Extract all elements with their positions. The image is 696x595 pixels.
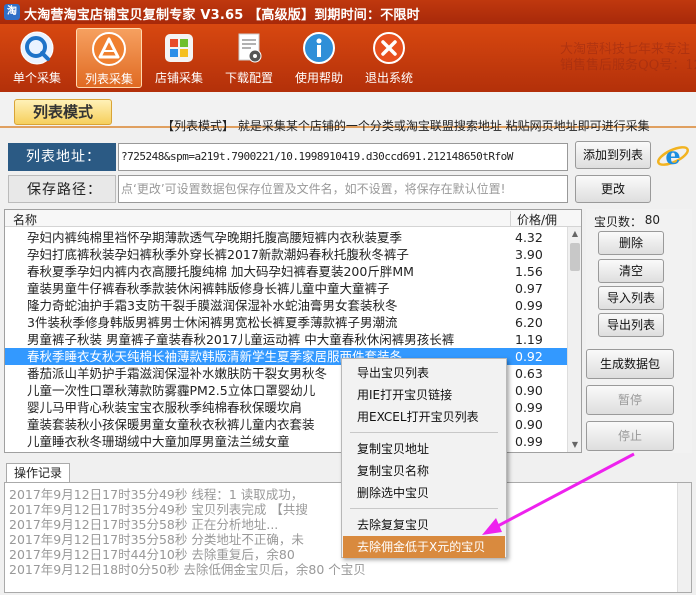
list-url-label: 列表地址： — [8, 143, 116, 171]
product-name: 男童裤子秋装 男童裤子童装春秋2017儿童运动裤 中大童春秋休闲裤男孩长裤 — [27, 332, 455, 347]
generate-package-button[interactable]: 生成数据包 — [586, 349, 674, 379]
document-gear-icon — [238, 33, 262, 63]
product-name: 春秋夏季孕妇内裤内衣高腰托腹纯棉 加大码孕妇裤春夏装200斤胖MM — [27, 264, 414, 279]
product-name: 孕妇内裤纯棉里裆怀孕期薄款透气孕晚期托腹高腰短裤内衣秋装夏季 — [27, 230, 403, 245]
close-x-icon — [373, 32, 405, 64]
product-name: 3件装秋季修身韩版男裤男士休闲裤男宽松长裤夏季薄款裤子男潮流 — [27, 315, 398, 330]
toolbar-label: 下载配置 — [224, 71, 273, 85]
log-scrollbar[interactable] — [677, 483, 691, 592]
product-price: 0.99 — [515, 400, 543, 415]
table-header: 名称 价格/佣 — [5, 210, 581, 227]
scroll-down-arrow-icon[interactable]: ▼ — [568, 438, 581, 452]
right-panel: 宝贝数： 80 删除 清空 导入列表 导出列表 生成数据包 暂停 停止 — [586, 209, 692, 453]
menu-copy-name[interactable]: 复制宝贝名称 — [343, 460, 505, 482]
windows-grid-icon — [165, 34, 193, 62]
info-icon — [303, 32, 335, 64]
table-row[interactable]: 孕妇内裤纯棉里裆怀孕期薄款透气孕晚期托腹高腰短裤内衣秋装夏季 4.32 — [5, 229, 567, 246]
export-list-button[interactable]: 导出列表 — [598, 313, 664, 337]
tab-list-mode[interactable]: 列表模式 — [14, 99, 112, 125]
stop-button[interactable]: 停止 — [586, 421, 674, 451]
list-url-input[interactable]: ?725248&spm=a219t.7900221/10.1998910419.… — [118, 143, 568, 171]
log-line: 2017年9月12日17时35分49秒 宝贝列表完成 【共搜 — [9, 502, 308, 517]
product-price: 6.20 — [515, 315, 543, 330]
menu-open-in-ie[interactable]: 用IE打开宝贝链接 — [343, 384, 505, 406]
promo-text: 大淘营科技七年来专注 销售售后服务QQ号：12 — [560, 42, 696, 74]
toolbar-label: 单个采集 — [12, 71, 61, 85]
product-price: 0.92 — [515, 349, 543, 364]
menu-remove-duplicates[interactable]: 去除复复宝贝 — [343, 514, 505, 536]
svg-text:e: e — [665, 141, 680, 170]
menu-copy-url[interactable]: 复制宝贝地址 — [343, 438, 505, 460]
product-price: 0.99 — [515, 298, 543, 313]
help-button[interactable]: 使用帮助 — [286, 28, 352, 88]
column-price-header[interactable]: 价格/佣 — [510, 211, 568, 227]
item-count: 宝贝数： 80 — [594, 213, 686, 230]
product-price: 1.19 — [515, 332, 543, 347]
table-row[interactable]: 春秋夏季孕妇内裤内衣高腰托腹纯棉 加大码孕妇裤春夏装200斤胖MM 1.56 — [5, 263, 567, 280]
promo-line: 大淘营科技七年来专注 — [560, 42, 691, 57]
menu-remove-low-commission[interactable]: 去除佣金低于X元的宝贝 — [343, 536, 505, 558]
table-row[interactable]: 3件装秋季修身韩版男裤男士休闲裤男宽松长裤夏季薄款裤子男潮流 6.20 — [5, 314, 567, 331]
single-collect-button[interactable]: 单个采集 — [4, 28, 70, 88]
list-collect-button[interactable]: 列表采集 — [76, 28, 142, 88]
product-price: 4.32 — [515, 230, 543, 245]
log-line: 2017年9月12日18时0分50秒 去除低佣金宝贝后，余80 个宝贝 — [9, 562, 366, 577]
add-to-list-button[interactable]: 添加到列表 — [575, 141, 651, 169]
search-magnifier-icon — [20, 31, 54, 65]
context-menu: 导出宝贝列表 用IE打开宝贝链接 用EXCEL打开宝贝列表 复制宝贝地址 复制宝… — [341, 358, 507, 558]
menu-separator — [350, 508, 498, 509]
menu-export-list[interactable]: 导出宝贝列表 — [343, 362, 505, 384]
toolbar-label: 店铺采集 — [154, 71, 203, 85]
save-path-input[interactable]: 点‘更改’可设置数据包保存位置及文件名，如不设置，将保存在默认位置! — [118, 175, 568, 203]
log-line: 2017年9月12日17时35分58秒 正在分析地址... — [9, 517, 279, 532]
table-row[interactable]: 孕妇打底裤秋装孕妇裤秋季外穿长裤2017新款潮妈春秋托腹秋冬裤子 3.90 — [5, 246, 567, 263]
main-toolbar: 单个采集 列表采集 店铺采集 下载配置 使用帮助 退出系统 大淘营科技七年来专注… — [0, 24, 696, 92]
menu-separator — [350, 432, 498, 433]
table-scrollbar[interactable]: ▲ ▼ — [567, 227, 581, 452]
product-price: 0.97 — [515, 281, 543, 296]
mode-description: 【列表模式】 就是采集某个店铺的一个分类或淘宝联盟搜索地址 粘贴网页地址即可进行… — [162, 119, 650, 133]
download-config-button[interactable]: 下载配置 — [216, 28, 282, 88]
menu-open-in-excel[interactable]: 用EXCEL打开宝贝列表 — [343, 406, 505, 428]
product-price: 1.56 — [515, 264, 543, 279]
change-path-button[interactable]: 更改 — [575, 175, 651, 203]
table-row[interactable]: 男童裤子秋装 男童裤子童装春秋2017儿童运动裤 中大童春秋休闲裤男孩长裤 1.1… — [5, 331, 567, 348]
toolbar-label: 列表采集 — [84, 72, 133, 86]
tab-operation-log[interactable]: 操作记录 — [6, 463, 70, 483]
exit-button[interactable]: 退出系统 — [356, 28, 422, 88]
product-name: 童装男童牛仔裤春秋季款装休闲裤韩版修身长裤儿童中童大童裤子 — [27, 281, 390, 296]
toolbar-label: 使用帮助 — [294, 71, 343, 85]
list-triangle-icon — [92, 32, 126, 66]
scroll-up-arrow-icon[interactable]: ▲ — [568, 227, 581, 241]
product-price: 0.99 — [515, 434, 543, 449]
toolbar-label: 退出系统 — [364, 71, 413, 85]
product-price: 3.90 — [515, 247, 543, 262]
scroll-thumb[interactable] — [570, 243, 580, 271]
window-title: 大淘营淘宝店铺宝贝复制专家 V3.65 【高级版】到期时间：不限时 — [24, 8, 420, 23]
log-line: 2017年9月12日17时35分58秒 分类地址不正确，未 — [9, 532, 304, 547]
delete-button[interactable]: 删除 — [598, 231, 664, 255]
item-count-value: 80 — [644, 213, 660, 227]
log-line: 2017年9月12日17时35分49秒 线程：1 读取成功， — [9, 487, 304, 502]
column-name-header[interactable]: 名称 — [13, 211, 37, 228]
internet-explorer-icon[interactable]: e — [656, 140, 690, 172]
product-name: 孕妇打底裤秋装孕妇裤秋季外穿长裤2017新款潮妈春秋托腹秋冬裤子 — [27, 247, 409, 262]
product-name: 隆力奇蛇油护手霜3支防干裂手膜滋润保湿补水蛇油膏男女套装秋冬 — [27, 298, 398, 313]
menu-delete-selected[interactable]: 删除选中宝贝 — [343, 482, 505, 504]
clear-button[interactable]: 清空 — [598, 259, 664, 283]
shop-collect-button[interactable]: 店铺采集 — [146, 28, 212, 88]
table-row[interactable]: 隆力奇蛇油护手霜3支防干裂手膜滋润保湿补水蛇油膏男女套装秋冬 0.99 — [5, 297, 567, 314]
pause-button[interactable]: 暂停 — [586, 385, 674, 415]
table-row[interactable]: 童装男童牛仔裤春秋季款装休闲裤韩版修身长裤儿童中童大童裤子 0.97 — [5, 280, 567, 297]
import-list-button[interactable]: 导入列表 — [598, 286, 664, 310]
save-path-label: 保存路径： — [8, 175, 116, 203]
product-price: 0.90 — [515, 383, 543, 398]
product-price: 0.90 — [515, 417, 543, 432]
item-count-label: 宝贝数： — [594, 215, 643, 229]
log-line: 2017年9月12日17时44分10秒 去除重复后，余80 — [9, 547, 295, 562]
product-price: 0.63 — [515, 366, 543, 381]
promo-line: 销售售后服务QQ号：12 — [560, 58, 696, 73]
title-bar: 淘 大淘营淘宝店铺宝贝复制专家 V3.65 【高级版】到期时间：不限时 — [0, 0, 696, 24]
app-logo-icon: 淘 — [4, 4, 20, 20]
